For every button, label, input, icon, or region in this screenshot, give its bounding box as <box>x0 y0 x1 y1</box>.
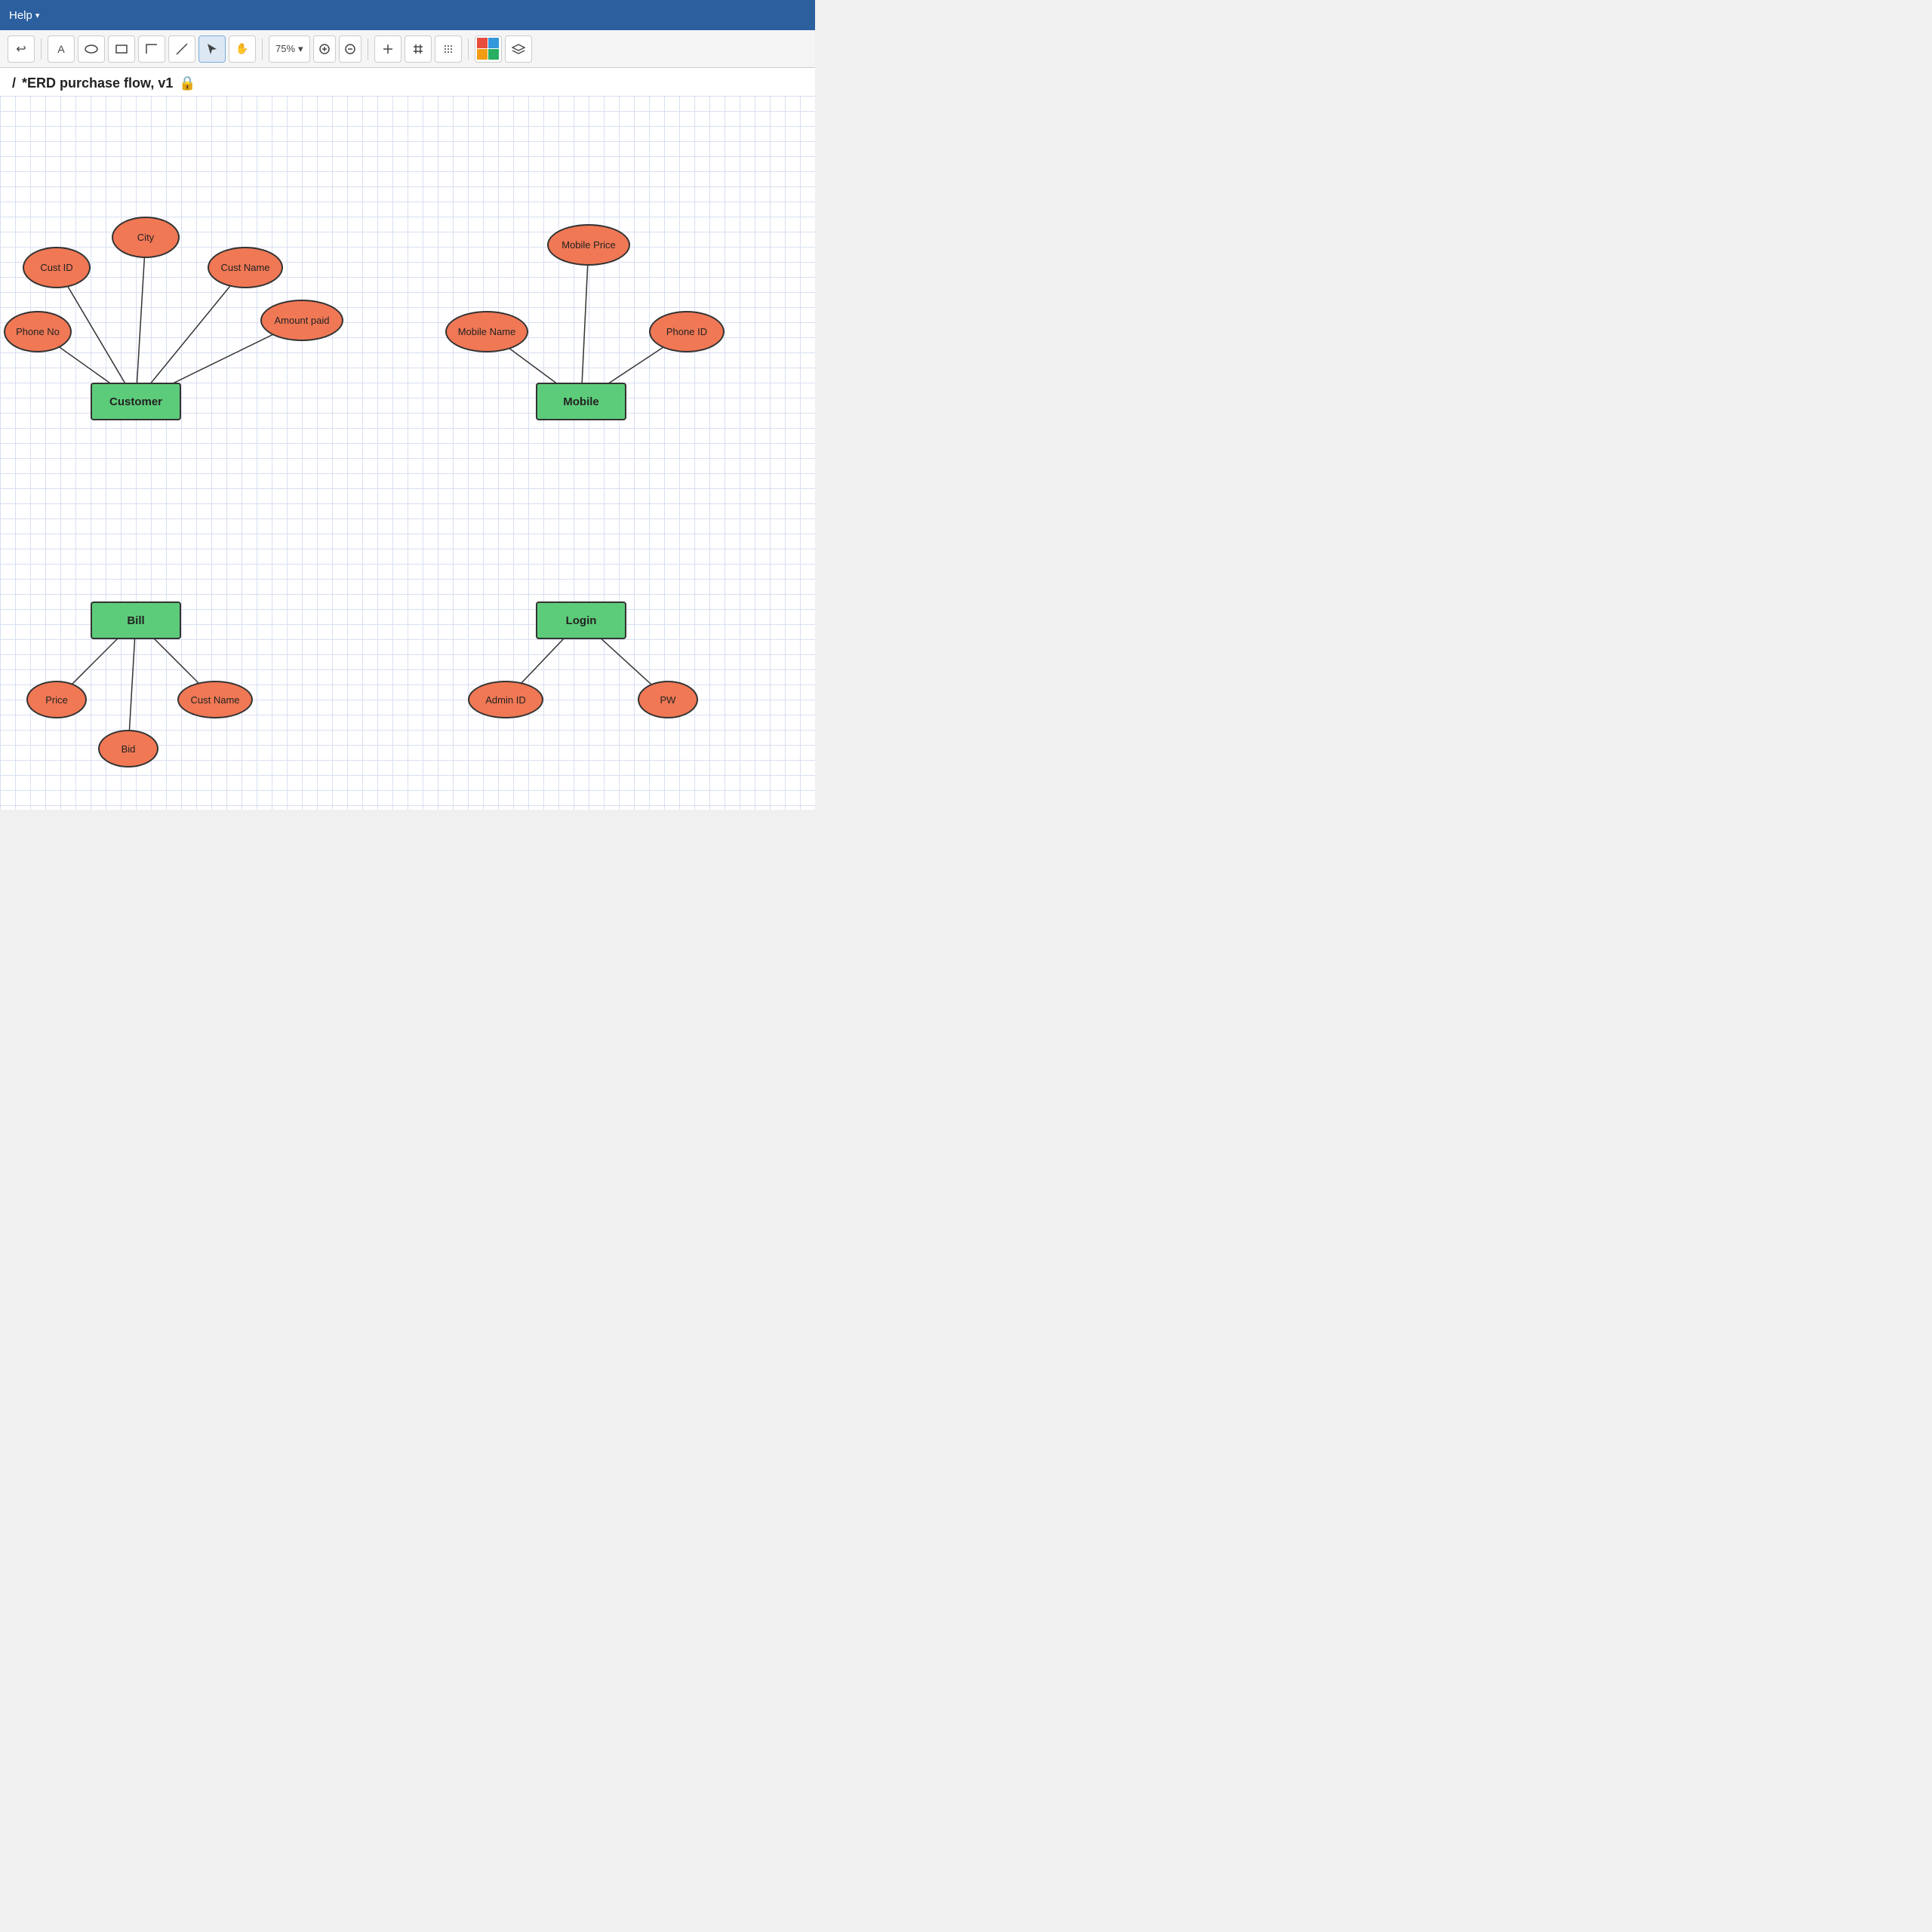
diagram-title: *ERD purchase flow, v1 <box>22 75 173 91</box>
grid-plus-button[interactable] <box>374 35 401 63</box>
attribute-cust_id[interactable]: Cust ID <box>23 247 91 288</box>
entity-login[interactable]: Login <box>536 601 626 639</box>
attribute-amount_paid[interactable]: Amount paid <box>260 300 343 341</box>
zoom-dropdown-arrow[interactable]: ▾ <box>298 43 303 55</box>
text-tool-button[interactable]: A <box>48 35 75 63</box>
lock-icon[interactable]: 🔒 <box>179 75 195 91</box>
attribute-cust_name[interactable]: Cust Name <box>208 247 283 288</box>
zoom-selector[interactable]: 75% ▾ <box>269 35 310 63</box>
title-bar: / *ERD purchase flow, v1 🔒 <box>0 68 815 96</box>
zoom-in-button[interactable] <box>313 35 336 63</box>
canvas[interactable]: Customer Mobile Bill Login City Cust ID Cust N… <box>0 96 815 810</box>
menu-bar: Help ▾ <box>0 0 815 30</box>
grid-dots-button[interactable] <box>435 35 462 63</box>
attribute-mobile_name[interactable]: Mobile Name <box>445 311 528 352</box>
attribute-phone_no[interactable]: Phone No <box>4 311 72 352</box>
layers-button[interactable] <box>505 35 532 63</box>
grid-hash-button[interactable] <box>405 35 432 63</box>
ellipse-tool-button[interactable] <box>78 35 105 63</box>
attribute-phone_id[interactable]: Phone ID <box>649 311 724 352</box>
attribute-admin_id[interactable]: Admin ID <box>468 681 543 718</box>
color-picker-button[interactable] <box>475 35 502 63</box>
attribute-price[interactable]: Price <box>26 681 87 718</box>
zoom-level-label: 75% <box>275 43 295 54</box>
toolbar-sep-4 <box>468 38 469 60</box>
entity-mobile[interactable]: Mobile <box>536 383 626 420</box>
attribute-bill_cust_name[interactable]: Cust Name <box>177 681 253 718</box>
help-menu[interactable]: Help <box>9 9 32 22</box>
attribute-mobile_price[interactable]: Mobile Price <box>547 224 630 266</box>
attribute-bid[interactable]: Bid <box>98 730 158 768</box>
undo-button[interactable]: ↩ <box>8 35 35 63</box>
attribute-pw[interactable]: PW <box>638 681 698 718</box>
toolbar-sep-2 <box>262 38 263 60</box>
attribute-city[interactable]: City <box>112 217 180 258</box>
entity-bill[interactable]: Bill <box>91 601 181 639</box>
breadcrumb-slash: / <box>12 75 16 91</box>
connector-tool-button[interactable] <box>138 35 165 63</box>
toolbar-sep-1 <box>41 38 42 60</box>
select-tool-button[interactable] <box>198 35 226 63</box>
rect-tool-button[interactable] <box>108 35 135 63</box>
toolbar: ↩ A ✋ 75% ▾ <box>0 30 815 68</box>
help-dropdown-arrow[interactable]: ▾ <box>35 11 40 20</box>
pan-tool-button[interactable]: ✋ <box>229 35 256 63</box>
entity-customer[interactable]: Customer <box>91 383 181 420</box>
zoom-out-button[interactable] <box>339 35 361 63</box>
line-tool-button[interactable] <box>168 35 195 63</box>
